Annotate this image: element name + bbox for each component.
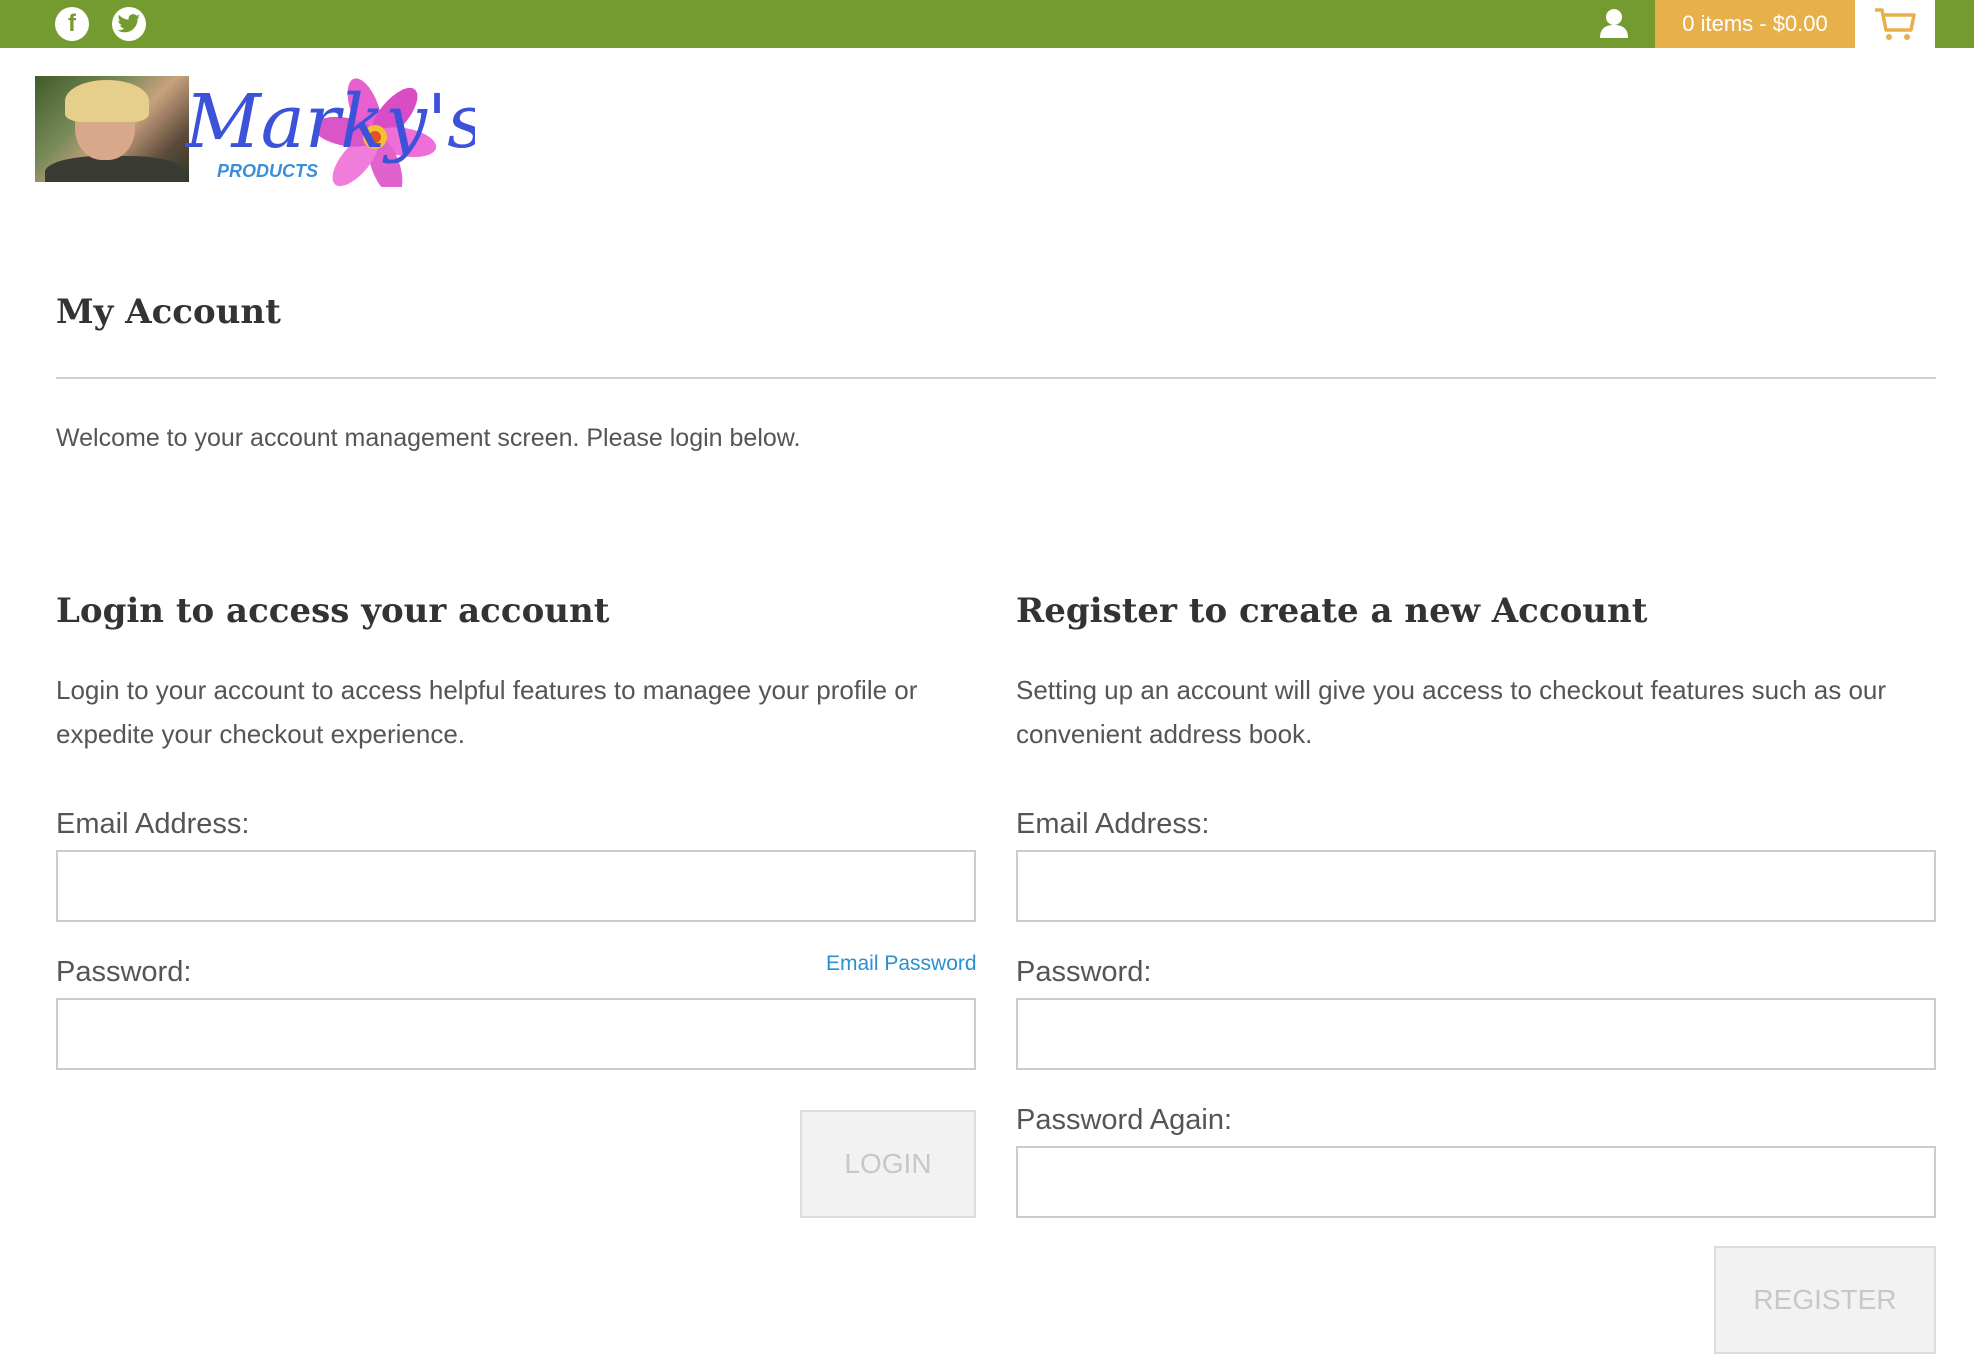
login-email-label: Email Address: xyxy=(56,808,250,840)
logo-portrait-hair xyxy=(65,80,149,122)
register-password-again-label: Password Again: xyxy=(1016,1104,1233,1136)
twitter-icon[interactable] xyxy=(112,7,146,41)
title-divider xyxy=(56,377,1936,379)
login-email-input[interactable] xyxy=(56,850,976,922)
register-password-again-input[interactable] xyxy=(1016,1146,1936,1218)
cart-glyph-icon xyxy=(1875,8,1916,40)
register-section: Register to create a new Account Setting… xyxy=(1016,588,1936,756)
facebook-glyph: f xyxy=(68,10,76,37)
logo-portrait-shirt xyxy=(45,156,185,182)
logo-flower-wordmark: Marky's PRODUCTS xyxy=(185,78,475,187)
facebook-icon[interactable]: f xyxy=(55,7,89,41)
page-title: My Account xyxy=(56,292,281,332)
welcome-text: Welcome to your account management scree… xyxy=(56,424,801,452)
cart-summary-link[interactable]: 0 items - $0.00 xyxy=(1655,0,1855,48)
login-button[interactable]: LOGIN xyxy=(800,1110,976,1218)
register-description: Setting up an account will give you acce… xyxy=(1016,675,1887,749)
login-description: Login to your account to access helpful … xyxy=(56,675,918,749)
register-email-input[interactable] xyxy=(1016,850,1936,922)
top-bar: f 0 items - $0.00 xyxy=(0,0,1974,48)
register-heading: Register to create a new Account xyxy=(1016,591,1648,631)
logo-portrait-image xyxy=(35,76,189,182)
user-silhouette-icon xyxy=(1600,9,1628,38)
cart-icon[interactable] xyxy=(1855,0,1935,48)
twitter-bird-icon xyxy=(117,14,140,33)
site-logo[interactable]: Marky's PRODUCTS xyxy=(35,75,475,187)
logo-sub-text: PRODUCTS xyxy=(217,161,318,181)
login-heading: Login to access your account xyxy=(56,591,610,631)
register-button[interactable]: REGISTER xyxy=(1714,1246,1936,1354)
register-password-input[interactable] xyxy=(1016,998,1936,1070)
register-password-label: Password: xyxy=(1016,956,1152,988)
login-section: Login to access your account Login to yo… xyxy=(56,588,976,756)
login-password-input[interactable] xyxy=(56,998,976,1070)
register-email-label: Email Address: xyxy=(1016,808,1210,840)
login-password-label: Password: xyxy=(56,956,192,988)
email-password-link[interactable]: Email Password xyxy=(826,952,977,976)
user-icon[interactable] xyxy=(1598,8,1630,38)
logo-script-text: Marky's xyxy=(185,79,475,165)
